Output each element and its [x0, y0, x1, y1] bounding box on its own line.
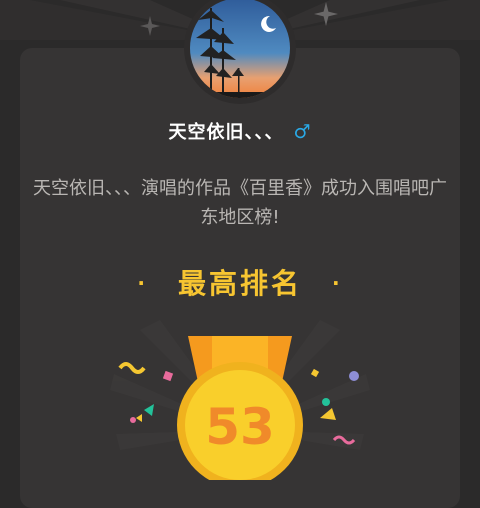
rank-title-row: · 最高排名 ·	[0, 262, 480, 302]
bullet-left: ·	[137, 271, 148, 295]
confetti-piece	[310, 368, 320, 378]
avatar[interactable]	[190, 0, 290, 98]
confetti-piece	[130, 417, 136, 423]
confetti-piece	[320, 408, 336, 420]
user-name-row: 天空依旧、、、 ♂	[0, 118, 480, 144]
confetti-piece	[322, 398, 330, 406]
confetti-piece	[349, 371, 359, 381]
avatar-photo	[190, 0, 290, 98]
confetti-piece	[136, 414, 142, 422]
gold-medal-icon: 53	[110, 320, 370, 480]
rank-title: 最高排名	[177, 267, 302, 300]
confetti-squiggle	[118, 362, 146, 374]
rank-number: 53	[205, 398, 275, 456]
rank-description: 天空依旧、、、演唱的作品《百里香》成功入围唱吧广东地区榜!	[33, 178, 447, 228]
sparkle-star-icon	[314, 2, 338, 26]
bullet-right: ·	[332, 271, 343, 295]
confetti-piece	[144, 404, 154, 416]
user-name[interactable]: 天空依旧、、、	[168, 122, 283, 143]
confetti-piece	[162, 370, 174, 382]
sparkle-star-icon	[140, 16, 160, 36]
gender-male-icon: ♂	[293, 121, 312, 143]
